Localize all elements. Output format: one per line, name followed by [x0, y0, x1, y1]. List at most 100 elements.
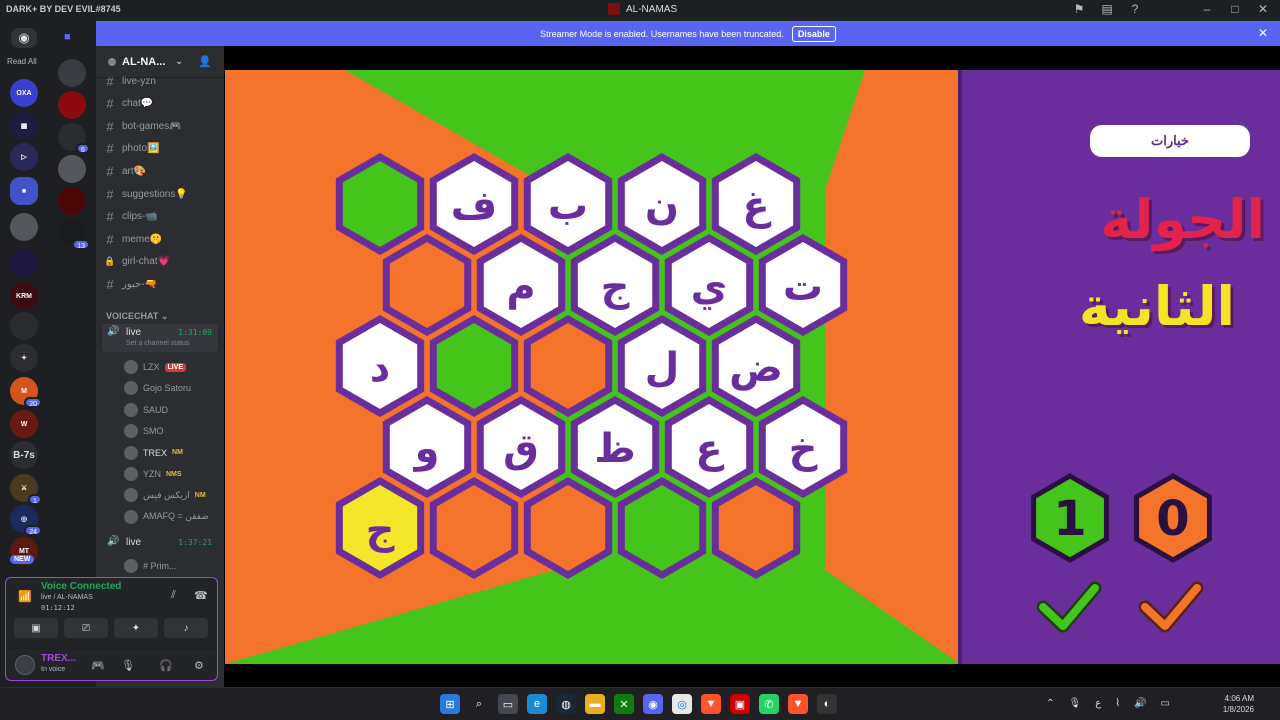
- clock[interactable]: 4:06 AM 1/8/2026: [1223, 693, 1254, 715]
- hex-cell[interactable]: [429, 476, 519, 580]
- server-icon[interactable]: ◎ 24: [10, 505, 42, 536]
- server-icon[interactable]: [10, 249, 38, 277]
- hex-cell[interactable]: [382, 233, 472, 337]
- server-icon[interactable]: ⚔ 1: [10, 474, 42, 505]
- voice-user[interactable]: LZX LIVE: [124, 357, 187, 377]
- server-icon[interactable]: [10, 312, 38, 340]
- inbox-icon[interactable]: ▤: [1100, 2, 1114, 16]
- soundboard-button[interactable]: ♪: [164, 618, 208, 638]
- disable-button[interactable]: Disable: [791, 25, 836, 42]
- activities-button[interactable]: ✦: [114, 618, 158, 638]
- channel-item[interactable]: # chat💬: [104, 95, 153, 113]
- discord-icon[interactable]: ◉: [643, 694, 663, 714]
- channel-item[interactable]: # حبور-🔫: [104, 275, 157, 293]
- noise-suppression-icon[interactable]: ⫽: [171, 589, 176, 602]
- headphones-icon[interactable]: 🎧: [159, 659, 173, 672]
- voice-user[interactable]: AMAFQ = ضفقن: [124, 507, 209, 527]
- start-icon[interactable]: ⊞: [440, 694, 460, 714]
- brave-icon[interactable]: ▼: [701, 694, 721, 714]
- channel-item[interactable]: # photo🖼️: [104, 140, 159, 158]
- system-tray: ⌃ 🎙 ع ⌇ 🔊 ▭: [1046, 698, 1170, 709]
- voice-user[interactable]: اريكس فيس NM: [124, 485, 206, 505]
- discord-home-icon[interactable]: ◉: [11, 28, 37, 48]
- avatar[interactable]: [15, 655, 35, 675]
- channel-item[interactable]: # bot-games🎮: [104, 117, 181, 135]
- volume-icon[interactable]: 🔊: [1134, 698, 1146, 709]
- gear-icon[interactable]: ⚙: [194, 659, 204, 672]
- hex-cell[interactable]: [335, 152, 425, 256]
- options-button[interactable]: خيارات: [1090, 125, 1250, 157]
- search-icon[interactable]: ⌕: [469, 694, 489, 714]
- voice-channel-live[interactable]: 🔊 live 1:31:09 Set a channel status: [102, 324, 218, 352]
- avatar: [124, 488, 138, 503]
- server-icon[interactable]: B-7s: [10, 441, 38, 469]
- voice-channel-live-2[interactable]: 🔊 live 1:37:21: [102, 534, 218, 552]
- channel-item[interactable]: # live-yzn: [104, 72, 156, 90]
- server-icon[interactable]: M 20: [10, 377, 42, 408]
- server-icon[interactable]: ▦: [10, 112, 38, 140]
- voice-user[interactable]: SAUD: [124, 400, 168, 420]
- steam-icon[interactable]: ◍: [556, 694, 576, 714]
- server-icon[interactable]: KRM: [10, 282, 38, 310]
- obs-icon[interactable]: ◐: [817, 694, 837, 714]
- server-icon[interactable]: OXA: [10, 79, 38, 107]
- hex-cell[interactable]: [523, 314, 613, 418]
- server-icon[interactable]: 13: [58, 219, 90, 250]
- server-icon[interactable]: W: [10, 410, 38, 438]
- voice-user[interactable]: SMO: [124, 421, 164, 441]
- edge-icon[interactable]: e: [527, 694, 547, 714]
- xbox-icon[interactable]: ✕: [614, 694, 634, 714]
- server-icon[interactable]: [58, 187, 86, 215]
- microphone-icon[interactable]: 🎙: [1069, 698, 1082, 709]
- channel-item[interactable]: # suggestions💡: [104, 185, 187, 203]
- minimize-button[interactable]: –: [1200, 2, 1214, 16]
- hex-cell[interactable]: [429, 314, 519, 418]
- server-icon: [608, 3, 620, 15]
- chevron-up-icon[interactable]: ⌃: [1046, 698, 1054, 709]
- file-explorer-icon[interactable]: ▬: [585, 694, 605, 714]
- server-icon[interactable]: ▷: [10, 143, 38, 171]
- hex-cell[interactable]: [711, 476, 801, 580]
- disconnect-icon[interactable]: ☎: [194, 589, 208, 602]
- hex-cell[interactable]: [617, 476, 707, 580]
- channel-item[interactable]: # art🎨: [104, 162, 146, 180]
- channel-item[interactable]: 🔒 girl-chat💗: [104, 253, 170, 271]
- server-icon[interactable]: [10, 213, 38, 241]
- app-icon[interactable]: ▣: [730, 694, 750, 714]
- maximize-button[interactable]: □: [1228, 2, 1242, 16]
- help-icon[interactable]: ?: [1128, 2, 1142, 16]
- new-badge: NEW: [10, 555, 35, 564]
- voice-category[interactable]: VOICECHAT ⌄: [106, 311, 168, 322]
- task-view-icon[interactable]: ▭: [498, 694, 518, 714]
- close-icon[interactable]: ✕: [1258, 26, 1268, 40]
- channel-item[interactable]: # meme🤫: [104, 230, 162, 248]
- voice-user[interactable]: # Prim...: [124, 556, 177, 576]
- hex-cell[interactable]: [523, 476, 613, 580]
- server-icon[interactable]: 6: [58, 123, 90, 154]
- server-icon[interactable]: [58, 155, 86, 183]
- language-indicator[interactable]: ع: [1095, 698, 1101, 709]
- stream-view[interactable]: ف ب ن غ م ج ي ت د ل ض و ق ظ ع خ ج 1 0 خيارات الجولة الثاني…: [224, 46, 1280, 687]
- folder-icon[interactable]: ■: [64, 31, 71, 43]
- server-icon[interactable]: ✦: [10, 344, 38, 372]
- microphone-icon[interactable]: 🎙: [121, 659, 135, 672]
- server-icon[interactable]: [58, 91, 86, 119]
- flag-icon[interactable]: ⚑: [1072, 2, 1086, 16]
- screen-share-button[interactable]: ⎚: [64, 618, 108, 638]
- close-button[interactable]: ✕: [1256, 2, 1270, 16]
- folder-icon[interactable]: ■: [10, 177, 38, 205]
- wifi-icon[interactable]: ⌇: [1115, 698, 1120, 709]
- voice-user[interactable]: TREX NM: [124, 443, 183, 463]
- server-icon[interactable]: [58, 59, 86, 87]
- chrome-icon[interactable]: ◎: [672, 694, 692, 714]
- voice-user[interactable]: YZN NMS: [124, 464, 182, 484]
- gamepad-icon[interactable]: 🎮: [91, 659, 105, 672]
- brave-icon[interactable]: ▼: [788, 694, 808, 714]
- read-all-button[interactable]: Read All: [7, 57, 37, 66]
- camera-button[interactable]: ▣: [14, 618, 58, 638]
- voice-user[interactable]: Gojo Satoru: [124, 378, 191, 398]
- add-person-icon[interactable]: 👤: [198, 55, 212, 68]
- battery-icon[interactable]: ▭: [1161, 698, 1170, 709]
- whatsapp-icon[interactable]: ✆: [759, 694, 779, 714]
- channel-item[interactable]: # clips-📹: [104, 208, 157, 226]
